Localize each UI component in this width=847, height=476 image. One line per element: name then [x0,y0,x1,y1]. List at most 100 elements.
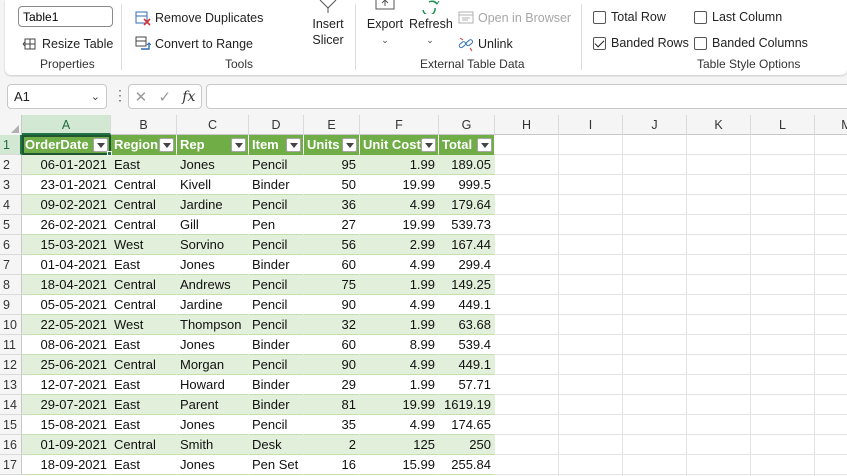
table-cell[interactable]: 01-04-2021 [22,255,111,275]
column-header-h[interactable]: H [495,115,559,135]
table-cell[interactable]: 2 [304,435,360,455]
last-column-checkbox[interactable]: Last Column [694,10,782,24]
table-cell[interactable]: Binder [249,255,304,275]
table-cell[interactable]: 01-09-2021 [22,435,111,455]
table-cell[interactable]: 149.25 [439,275,495,295]
confirm-entry-icon[interactable]: ✓ [158,88,171,106]
table-cell[interactable]: Central [111,435,177,455]
table-cell[interactable]: 2.99 [360,235,439,255]
table-cell[interactable]: 56 [304,235,360,255]
row-header[interactable]: 8 [0,275,22,295]
filter-dropdown-icon[interactable] [342,138,357,152]
table-cell[interactable]: 26-02-2021 [22,215,111,235]
table-cell[interactable]: 32 [304,315,360,335]
export-button[interactable]: Export ⌄ [365,0,405,48]
table-cell[interactable]: Pen [249,215,304,235]
table-cell[interactable]: 36 [304,195,360,215]
table-cell[interactable]: Kivell [177,175,249,195]
table-cell[interactable]: Central [111,295,177,315]
table-cell[interactable]: 90 [304,355,360,375]
table-cell[interactable]: 1.99 [360,155,439,175]
table-cell[interactable]: 60 [304,335,360,355]
table-cell[interactable]: 539.4 [439,335,495,355]
row-header[interactable]: 16 [0,435,22,455]
formula-bar-grip-icon[interactable]: ⋮ [113,88,127,102]
table-cell[interactable]: 4.99 [360,255,439,275]
table-cell[interactable]: 50 [304,175,360,195]
table-cell[interactable]: 23-01-2021 [22,175,111,195]
table-cell[interactable]: Central [111,215,177,235]
table-cell[interactable]: 12-07-2021 [22,375,111,395]
table-cell[interactable]: 8.99 [360,335,439,355]
table-cell[interactable]: 189.05 [439,155,495,175]
table-cell[interactable]: 15.99 [360,455,439,475]
table-cell[interactable]: 29-07-2021 [22,395,111,415]
table-cell[interactable]: 16 [304,455,360,475]
table-cell[interactable]: 179.64 [439,195,495,215]
table-cell[interactable]: Binder [249,395,304,415]
filter-dropdown-icon[interactable] [286,138,301,152]
table-cell[interactable]: West [111,235,177,255]
table-cell[interactable]: 35 [304,415,360,435]
banded-rows-checkbox[interactable]: Banded Rows [593,36,689,50]
table-cell[interactable]: Parent [177,395,249,415]
table-cell[interactable]: 4.99 [360,355,439,375]
select-all-corner[interactable] [0,115,22,135]
row-header[interactable]: 3 [0,175,22,195]
table-cell[interactable]: Pencil [249,155,304,175]
insert-slicer-button[interactable]: Insert Slicer [307,0,349,48]
row-header[interactable]: 9 [0,295,22,315]
table-cell[interactable]: Smith [177,435,249,455]
row-header[interactable]: 17 [0,455,22,475]
table-cell[interactable]: Central [111,355,177,375]
column-header-f[interactable]: F [360,115,439,135]
table-cell[interactable]: Pencil [249,295,304,315]
filter-dropdown-icon[interactable] [231,138,246,152]
table-cell[interactable]: Central [111,175,177,195]
row-header[interactable]: 1 [0,135,22,155]
table-cell[interactable]: 255.84 [439,455,495,475]
insert-function-icon[interactable]: fx [182,89,195,105]
formula-input[interactable] [206,84,847,109]
row-header[interactable]: 14 [0,395,22,415]
table-cell[interactable]: 999.5 [439,175,495,195]
table-cell[interactable]: 22-05-2021 [22,315,111,335]
table-cell[interactable]: 15-03-2021 [22,235,111,255]
cancel-entry-icon[interactable]: ✕ [135,88,148,106]
table-cell[interactable]: West [111,315,177,335]
banded-rows-checkbox-box[interactable] [593,36,606,50]
table-cell[interactable]: 09-02-2021 [22,195,111,215]
row-header[interactable]: 11 [0,335,22,355]
table-cell[interactable]: 06-01-2021 [22,155,111,175]
table-cell[interactable]: 4.99 [360,295,439,315]
table-cell[interactable]: Pencil [249,275,304,295]
table-cell[interactable]: 75 [304,275,360,295]
banded-columns-checkbox[interactable]: Banded Columns [694,36,808,50]
open-in-browser-button[interactable]: Open in Browser [458,8,571,28]
row-header[interactable]: 10 [0,315,22,335]
convert-to-range-button[interactable]: Convert to Range [135,34,253,54]
total-row-checkbox[interactable]: Total Row [593,10,666,24]
table-cell[interactable]: Pen Set [249,455,304,475]
table-cell[interactable]: 299.4 [439,255,495,275]
table-cell[interactable]: 4.99 [360,195,439,215]
total-row-checkbox-box[interactable] [593,10,606,24]
column-header-c[interactable]: C [177,115,249,135]
table-cell[interactable]: Jones [177,335,249,355]
filter-dropdown-icon[interactable] [159,138,174,152]
row-header[interactable]: 7 [0,255,22,275]
unlink-button[interactable]: Unlink [458,34,513,54]
row-header[interactable]: 12 [0,355,22,375]
table-cell[interactable]: 90 [304,295,360,315]
table-cell[interactable]: Gill [177,215,249,235]
banded-columns-checkbox-box[interactable] [694,36,707,50]
row-header[interactable]: 5 [0,215,22,235]
table-cell[interactable]: Binder [249,375,304,395]
table-cell[interactable]: 4.99 [360,415,439,435]
table-cell[interactable]: 18-04-2021 [22,275,111,295]
worksheet-grid[interactable]: ABCDEFGHIJKLM 1 2 3 4 5 6 7 8 9 10 11 12 13 14 15 16 17 … [0,115,847,476]
table-cell[interactable]: Morgan [177,355,249,375]
column-header-m[interactable]: M [815,115,847,135]
table-cell[interactable]: East [111,335,177,355]
table-cell[interactable]: Central [111,275,177,295]
